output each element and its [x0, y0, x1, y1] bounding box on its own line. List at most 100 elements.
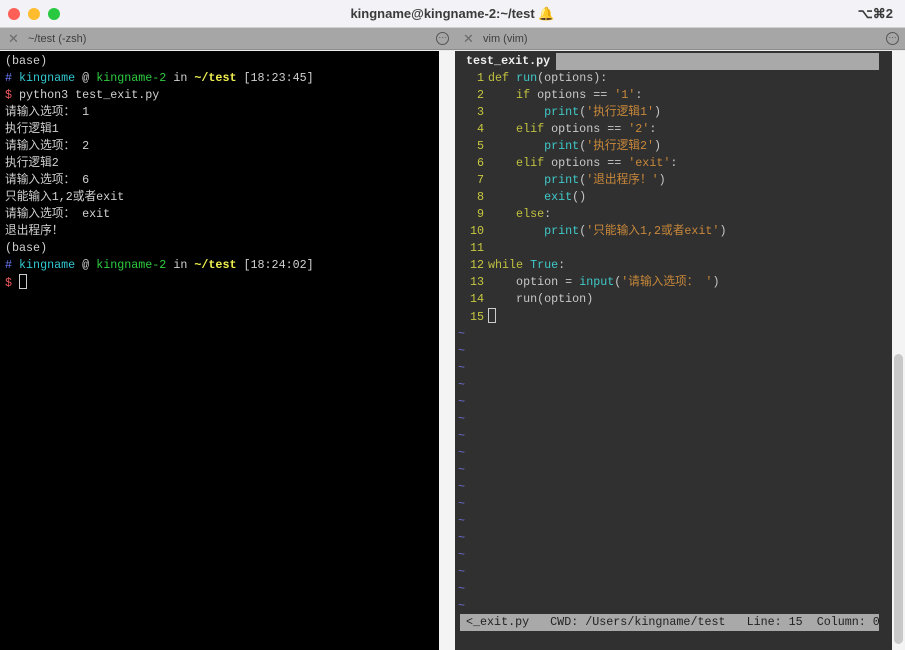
empty-line-tilde: ~ [458, 378, 466, 392]
line-number: 8 [476, 190, 484, 204]
tab-label: ~/test (-zsh) [28, 33, 87, 45]
code-token: () [572, 190, 587, 204]
terminal-line: 执行逻辑2 [5, 155, 439, 172]
terminal-pane[interactable]: (base) # kingname @ kingname-2 in ~/test … [0, 51, 439, 650]
tab-zsh[interactable]: ✕ ~/test (-zsh) ··· [0, 28, 455, 50]
code-token: else [488, 207, 545, 221]
line-number: 3 [476, 105, 484, 119]
code-token: ) [654, 105, 662, 119]
code-token: print [544, 173, 580, 187]
terminal-text: $ [5, 276, 20, 290]
tab-label: vim (vim) [483, 33, 528, 45]
code-token: def [488, 71, 517, 85]
terminal-text: 请输入选项： exit [5, 207, 111, 221]
code-token: while [488, 258, 531, 272]
code-token: if [488, 88, 538, 102]
code-line: 1 def run(options): [460, 70, 726, 87]
terminal-text: ~/test [194, 258, 237, 272]
empty-line-tilde: ~ [458, 599, 466, 613]
terminal-line: 只能输入1,2或者exit [5, 189, 439, 206]
vim-buffer[interactable]: 1 def run(options): 2 if options == '1': 3 … [458, 70, 726, 615]
empty-line-tilde: ~ [458, 548, 466, 562]
window-shortcut: ⌥⌘2 [857, 6, 893, 21]
terminal-text: 请输入选项： 2 [5, 139, 90, 153]
code-line: 14 run(option) [460, 291, 726, 308]
scrollbar-thumb[interactable] [894, 354, 903, 644]
terminal-text: # [5, 258, 20, 272]
code-line: 9 else: [460, 206, 726, 223]
code-token: options == [551, 156, 629, 170]
code-token: options == [537, 88, 615, 102]
status-file: <_exit.py [466, 615, 530, 629]
line-number: 1 [476, 71, 484, 85]
terminal-text: $ [5, 88, 20, 102]
terminal-text: in [166, 71, 195, 85]
code-line: 13 option = input('请输入选项： ') [460, 274, 726, 291]
more-icon[interactable]: ··· [436, 32, 449, 45]
terminal-text: ~/test [194, 71, 237, 85]
code-token: (options): [537, 71, 608, 85]
code-token: '请输入选项： ' [621, 275, 713, 289]
tab-vim[interactable]: ✕ vim (vim) ··· [455, 28, 905, 50]
vim-tab-name[interactable]: test_exit.py [460, 53, 557, 70]
code-line: 2 if options == '1': [460, 87, 726, 104]
close-icon[interactable]: ✕ [463, 31, 474, 47]
terminal-text: (base) [5, 241, 48, 255]
terminal-text: kingname-2 [96, 71, 167, 85]
pane-divider[interactable] [439, 51, 455, 650]
terminal-text: 只能输入1,2或者exit [5, 190, 125, 204]
empty-line-tilde: ~ [458, 463, 466, 477]
terminal-text: (base) [5, 54, 48, 68]
code-token: '执行逻辑2' [586, 139, 654, 153]
code-token: ) [712, 275, 720, 289]
terminal-line: 请输入选项： 2 [5, 138, 439, 155]
empty-line-tilde: ~ [458, 582, 466, 596]
code-token: option = [488, 275, 580, 289]
code-token: : [558, 258, 566, 272]
scrollbar-track[interactable] [892, 51, 905, 650]
code-token: True [530, 258, 559, 272]
terminal-text: 执行逻辑1 [5, 122, 59, 136]
code-token: '只能输入1,2或者exit' [586, 224, 720, 238]
terminal-text: [18:23:45] [236, 71, 314, 85]
code-token: : [670, 156, 678, 170]
terminal-text: python3 test_exit.py [19, 88, 160, 102]
empty-line-tilde: ~ [458, 514, 466, 528]
line-number: 11 [469, 241, 484, 255]
code-token: '2' [628, 122, 650, 136]
code-token: ) [658, 173, 666, 187]
terminal-text: kingname [19, 71, 76, 85]
line-number: 10 [469, 224, 484, 238]
bell-icon: 🔔 [538, 6, 555, 21]
line-number: 5 [476, 139, 484, 153]
terminal-line: (base) [5, 240, 439, 257]
empty-line-tilde: ~ [458, 497, 466, 511]
code-line: 11 [460, 240, 726, 257]
terminal-text: in [166, 258, 195, 272]
more-icon[interactable]: ··· [886, 32, 899, 45]
code-line: 12 while True: [460, 257, 726, 274]
line-number: 9 [476, 207, 484, 221]
terminal-line: 请输入选项： 6 [5, 172, 439, 189]
close-icon[interactable]: ✕ [8, 31, 19, 47]
code-token: ) [654, 139, 662, 153]
line-number: 14 [469, 292, 484, 306]
code-token: print [544, 105, 580, 119]
title-bar: kingname@kingname-2:~/test 🔔 ⌥⌘2 [0, 0, 905, 28]
terminal-line: (base) [5, 53, 439, 70]
code-line: 5 print('执行逻辑2') [460, 138, 726, 155]
code-token: elif [488, 156, 552, 170]
vim-statusline: <_exit.py CWD: /Users/kingname/test Line… [460, 614, 880, 631]
line-number: 6 [476, 156, 484, 170]
code-token: run [516, 71, 538, 85]
code-token: run(option) [488, 292, 594, 306]
line-number: 2 [476, 88, 484, 102]
terminal-text: # [5, 71, 20, 85]
terminal-line: # kingname @ kingname-2 in ~/test [18:24… [5, 257, 439, 274]
line-number: 13 [469, 275, 484, 289]
terminal-line: $ python3 test_exit.py [5, 87, 439, 104]
code-token: print [544, 224, 580, 238]
vim-pane[interactable]: test_exit.py 1 def run(options): 2 if opti… [455, 51, 905, 650]
